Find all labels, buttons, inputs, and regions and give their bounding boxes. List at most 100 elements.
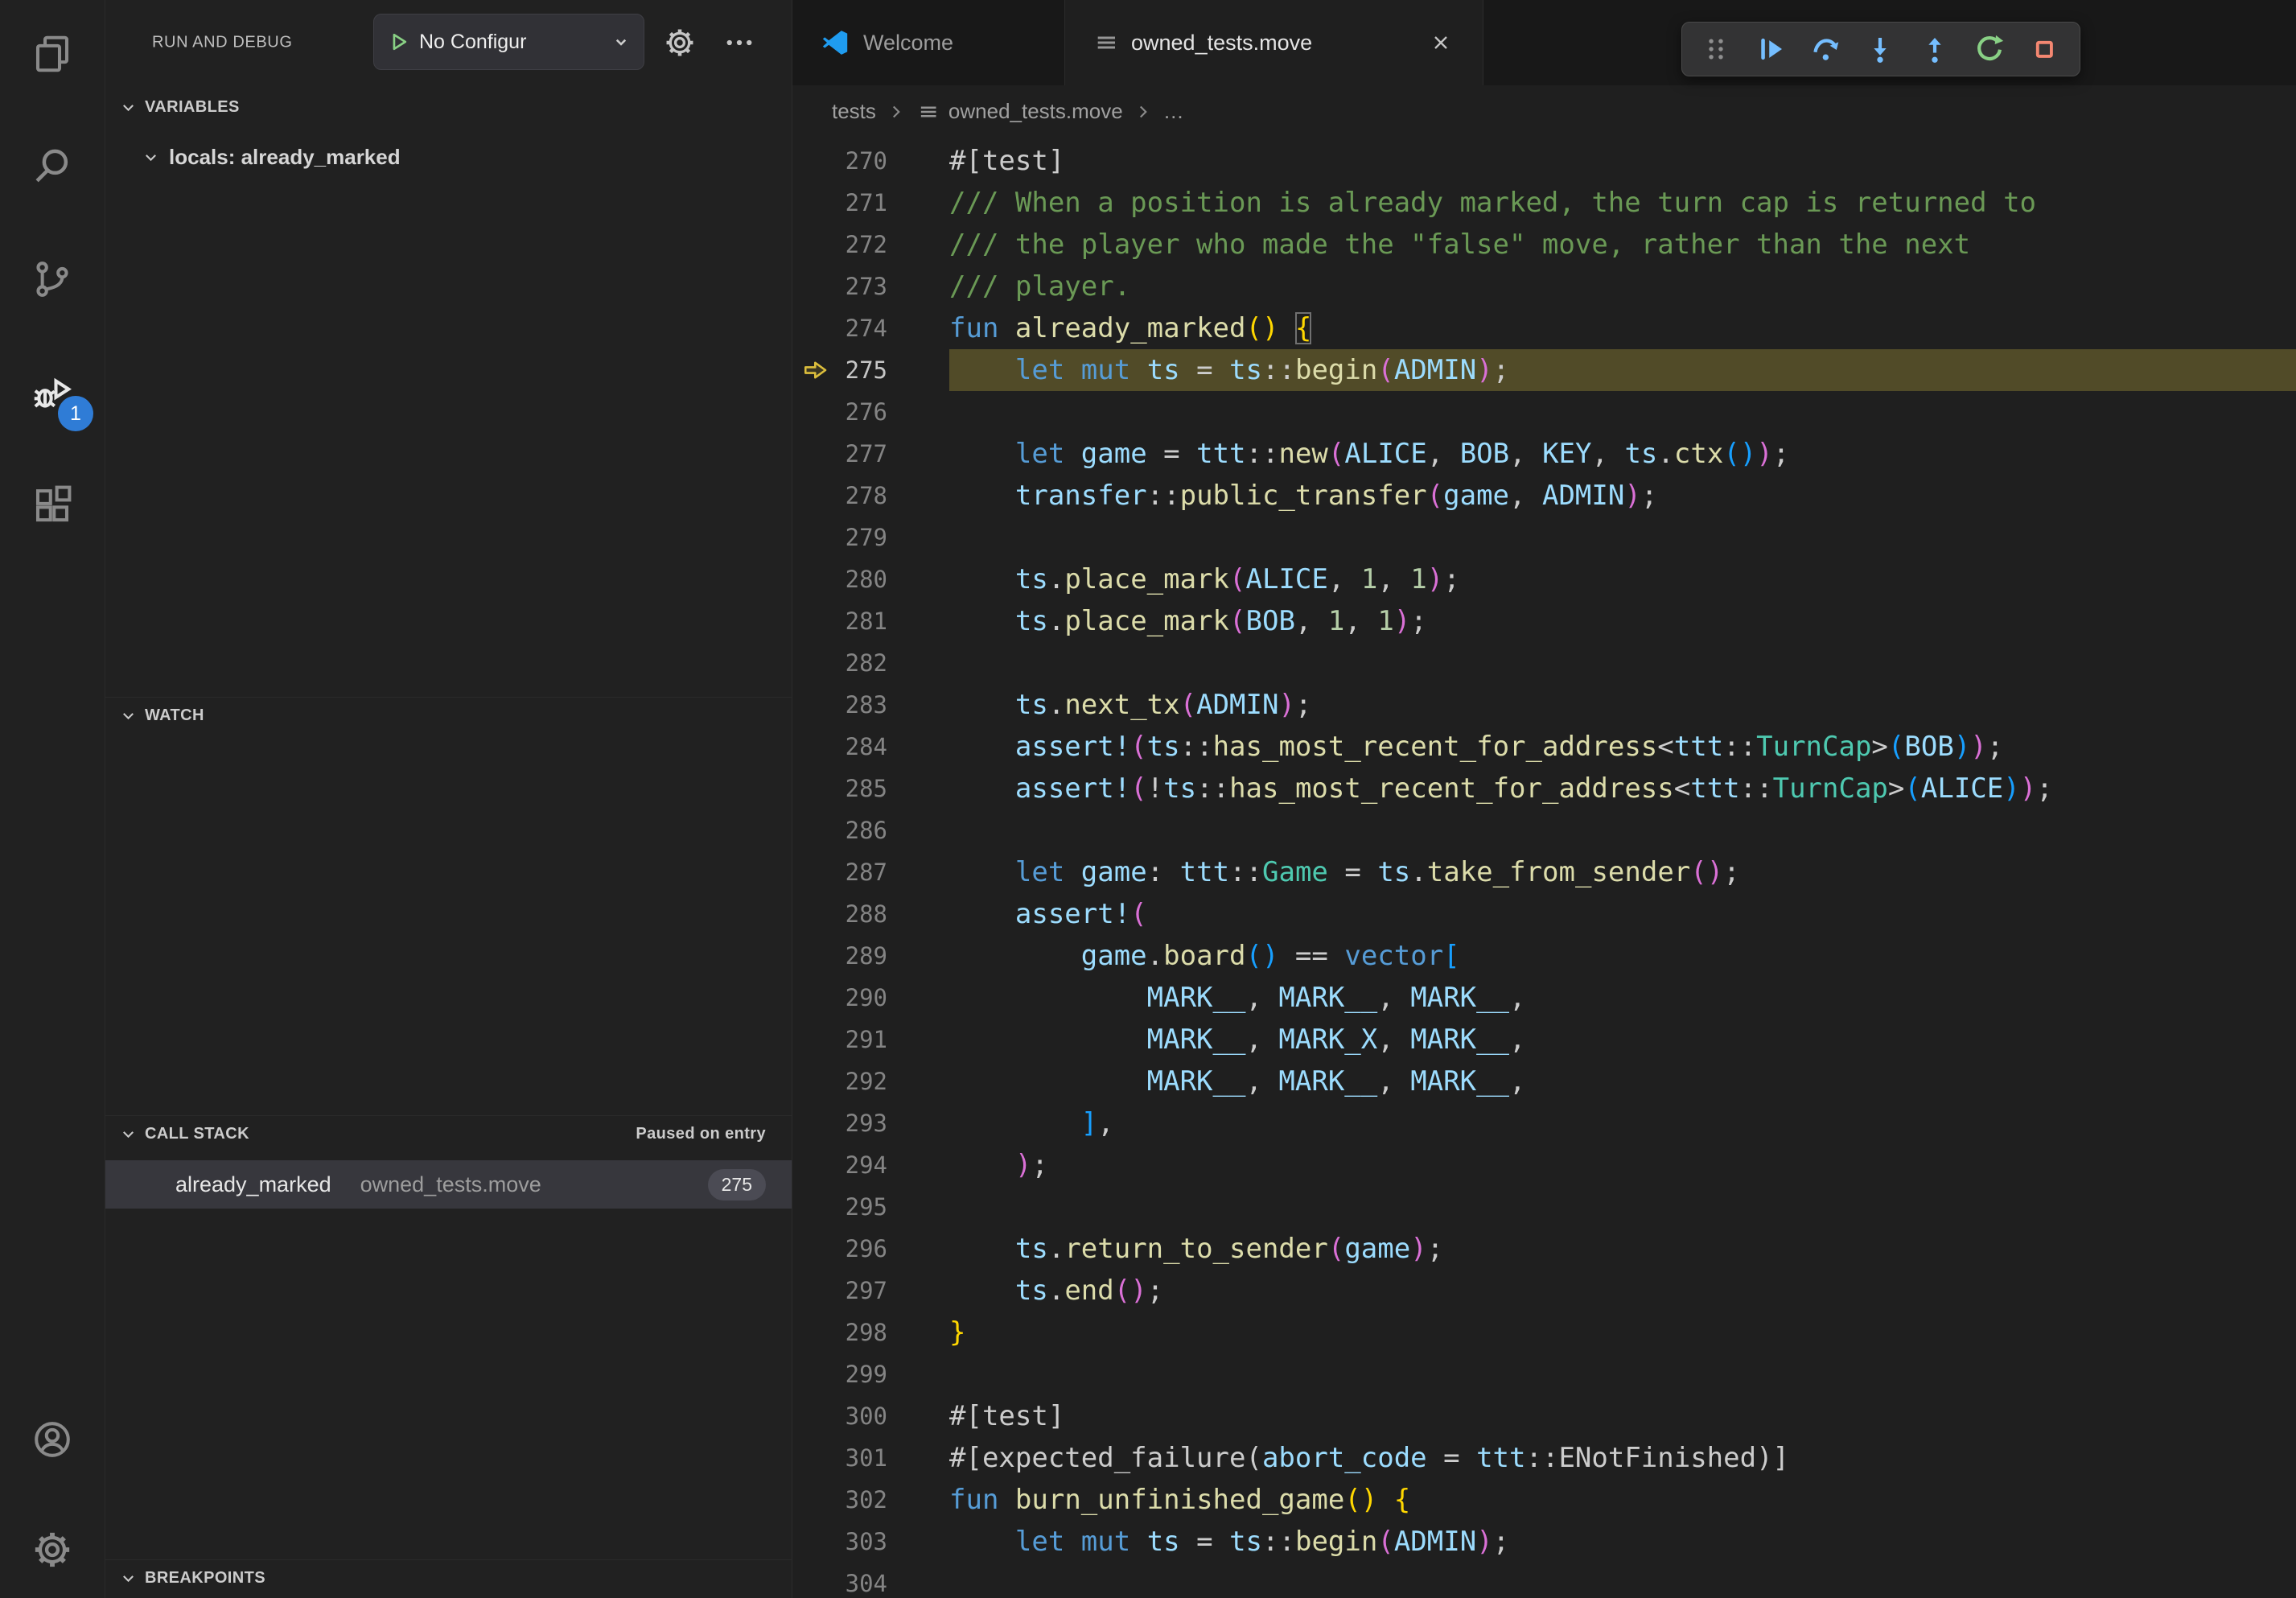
breakpoint-gutter[interactable]: 272 — [792, 224, 949, 266]
code-line[interactable]: 273/// player. — [792, 266, 2296, 307]
code-line[interactable]: 277 let game = ttt::new(ALICE, BOB, KEY,… — [792, 433, 2296, 475]
restart-icon[interactable] — [1962, 26, 2017, 72]
tab-owned-tests-move[interactable]: owned_tests.move — [1065, 0, 1483, 85]
code-line-content[interactable]: ts.place_mark(ALICE, 1, 1); — [949, 558, 2296, 600]
code-line-content[interactable]: MARK__, MARK_X, MARK__, — [949, 1019, 2296, 1061]
debug-settings-gear-icon[interactable] — [660, 23, 699, 62]
variables-section-header[interactable]: VARIABLES — [105, 89, 792, 126]
code-line-content[interactable] — [949, 809, 2296, 851]
explorer-icon[interactable] — [31, 32, 74, 76]
variables-scope-row[interactable]: locals: already_marked — [105, 138, 792, 175]
code-line[interactable]: 297 ts.end(); — [792, 1270, 2296, 1312]
code-line[interactable]: 302fun burn_unfinished_game() { — [792, 1479, 2296, 1521]
account-icon[interactable] — [31, 1418, 74, 1461]
breakpoint-gutter[interactable]: 292 — [792, 1061, 949, 1102]
settings-gear-icon[interactable] — [31, 1528, 74, 1571]
code-line-content[interactable]: MARK__, MARK__, MARK__, — [949, 1061, 2296, 1102]
breakpoint-gutter[interactable]: 277 — [792, 433, 949, 475]
breakpoint-gutter[interactable]: 283 — [792, 684, 949, 726]
breakpoint-gutter[interactable]: 274 — [792, 307, 949, 349]
code-line[interactable]: 295 — [792, 1186, 2296, 1228]
code-line[interactable]: 291 MARK__, MARK_X, MARK__, — [792, 1019, 2296, 1061]
tab-welcome[interactable]: Welcome — [792, 0, 1065, 85]
breakpoint-gutter[interactable]: 293 — [792, 1102, 949, 1144]
breakpoint-gutter[interactable]: 284 — [792, 726, 949, 768]
code-line-content[interactable]: let mut ts = ts::begin(ADMIN); — [949, 1521, 2296, 1563]
breakpoint-gutter[interactable]: 298 — [792, 1312, 949, 1353]
code-line[interactable]: 290 MARK__, MARK__, MARK__, — [792, 977, 2296, 1019]
code-line-content[interactable]: transfer::public_transfer(game, ADMIN); — [949, 475, 2296, 517]
code-line[interactable]: 275 let mut ts = ts::begin(ADMIN); — [792, 349, 2296, 391]
breakpoint-gutter[interactable]: 280 — [792, 558, 949, 600]
code-line-content[interactable]: fun already_marked() { — [949, 307, 2296, 349]
code-line[interactable]: 281 ts.place_mark(BOB, 1, 1); — [792, 600, 2296, 642]
breakpoint-gutter[interactable]: 290 — [792, 977, 949, 1019]
code-line-content[interactable]: /// player. — [949, 266, 2296, 307]
code-line[interactable]: 298} — [792, 1312, 2296, 1353]
code-line[interactable]: 303 let mut ts = ts::begin(ADMIN); — [792, 1521, 2296, 1563]
breakpoint-gutter[interactable]: 271 — [792, 182, 949, 224]
breakpoint-gutter[interactable]: 301 — [792, 1437, 949, 1479]
code-line-content[interactable]: #[expected_failure(abort_code = ttt::ENo… — [949, 1437, 2296, 1479]
breakpoint-gutter[interactable]: 291 — [792, 1019, 949, 1061]
code-line[interactable]: 274fun already_marked() { — [792, 307, 2296, 349]
continue-icon[interactable] — [1743, 26, 1798, 72]
code-line[interactable]: 283 ts.next_tx(ADMIN); — [792, 684, 2296, 726]
stop-icon[interactable] — [2017, 26, 2072, 72]
call-stack-section-header[interactable]: CALL STACK Paused on entry — [105, 1115, 792, 1152]
code-line-content[interactable]: let mut ts = ts::begin(ADMIN); — [949, 349, 2296, 391]
code-line[interactable]: 279 — [792, 517, 2296, 558]
code-line[interactable]: 300#[test] — [792, 1395, 2296, 1437]
toolbar-drag-handle-icon[interactable] — [1689, 26, 1743, 72]
code-line[interactable]: 299 — [792, 1353, 2296, 1395]
call-stack-frame[interactable]: already_marked owned_tests.move 275 — [105, 1160, 792, 1209]
breakpoint-gutter[interactable]: 273 — [792, 266, 949, 307]
breakpoint-gutter[interactable]: 270 — [792, 140, 949, 182]
step-out-icon[interactable] — [1907, 26, 1962, 72]
code-line-content[interactable]: let game: ttt::Game = ts.take_from_sende… — [949, 851, 2296, 893]
source-control-icon[interactable] — [31, 257, 74, 301]
breakpoint-gutter[interactable]: 286 — [792, 809, 949, 851]
breakpoint-gutter[interactable]: 289 — [792, 935, 949, 977]
breakpoint-gutter[interactable]: 278 — [792, 475, 949, 517]
breakpoint-gutter[interactable]: 281 — [792, 600, 949, 642]
breadcrumb-file[interactable]: owned_tests.move — [948, 99, 1123, 124]
code-line-content[interactable]: ts.place_mark(BOB, 1, 1); — [949, 600, 2296, 642]
code-line-content[interactable]: ], — [949, 1102, 2296, 1144]
code-line-content[interactable]: ts.end(); — [949, 1270, 2296, 1312]
code-line[interactable]: 284 assert!(ts::has_most_recent_for_addr… — [792, 726, 2296, 768]
code-line-content[interactable]: fun burn_unfinished_game() { — [949, 1479, 2296, 1521]
code-line-content[interactable]: assert!(!ts::has_most_recent_for_address… — [949, 768, 2296, 809]
code-line-content[interactable]: ts.next_tx(ADMIN); — [949, 684, 2296, 726]
breakpoint-gutter[interactable]: 302 — [792, 1479, 949, 1521]
debug-config-dropdown[interactable]: No Configur — [373, 14, 644, 70]
code-line-content[interactable]: /// When a position is already marked, t… — [949, 182, 2296, 224]
search-icon[interactable] — [31, 145, 74, 188]
code-line[interactable]: 296 ts.return_to_sender(game); — [792, 1228, 2296, 1270]
code-line[interactable]: 280 ts.place_mark(ALICE, 1, 1); — [792, 558, 2296, 600]
breakpoint-gutter[interactable]: 295 — [792, 1186, 949, 1228]
code-line-content[interactable] — [949, 391, 2296, 433]
breakpoints-section-header[interactable]: BREAKPOINTS — [105, 1559, 792, 1596]
breakpoint-gutter[interactable]: 282 — [792, 642, 949, 684]
code-line-content[interactable]: ts.return_to_sender(game); — [949, 1228, 2296, 1270]
code-line-content[interactable]: assert!( — [949, 893, 2296, 935]
breakpoint-gutter[interactable]: 285 — [792, 768, 949, 809]
code-line-content[interactable] — [949, 1563, 2296, 1598]
code-line[interactable]: 278 transfer::public_transfer(game, ADMI… — [792, 475, 2296, 517]
step-over-icon[interactable] — [1798, 26, 1853, 72]
code-line[interactable]: 289 game.board() == vector[ — [792, 935, 2296, 977]
code-line-content[interactable]: /// the player who made the "false" move… — [949, 224, 2296, 266]
breakpoint-gutter[interactable]: 296 — [792, 1228, 949, 1270]
code-line-content[interactable]: assert!(ts::has_most_recent_for_address<… — [949, 726, 2296, 768]
code-line-content[interactable] — [949, 1353, 2296, 1395]
code-line-content[interactable]: MARK__, MARK__, MARK__, — [949, 977, 2296, 1019]
code-line[interactable]: 271/// When a position is already marked… — [792, 182, 2296, 224]
code-line[interactable]: 287 let game: ttt::Game = ts.take_from_s… — [792, 851, 2296, 893]
code-line-content[interactable]: #[test] — [949, 1395, 2296, 1437]
code-line-content[interactable]: let game = ttt::new(ALICE, BOB, KEY, ts.… — [949, 433, 2296, 475]
breakpoint-gutter[interactable]: 304 — [792, 1563, 949, 1598]
code-line-content[interactable]: #[test] — [949, 140, 2296, 182]
code-line-content[interactable] — [949, 642, 2296, 684]
code-line[interactable]: 301#[expected_failure(abort_code = ttt::… — [792, 1437, 2296, 1479]
